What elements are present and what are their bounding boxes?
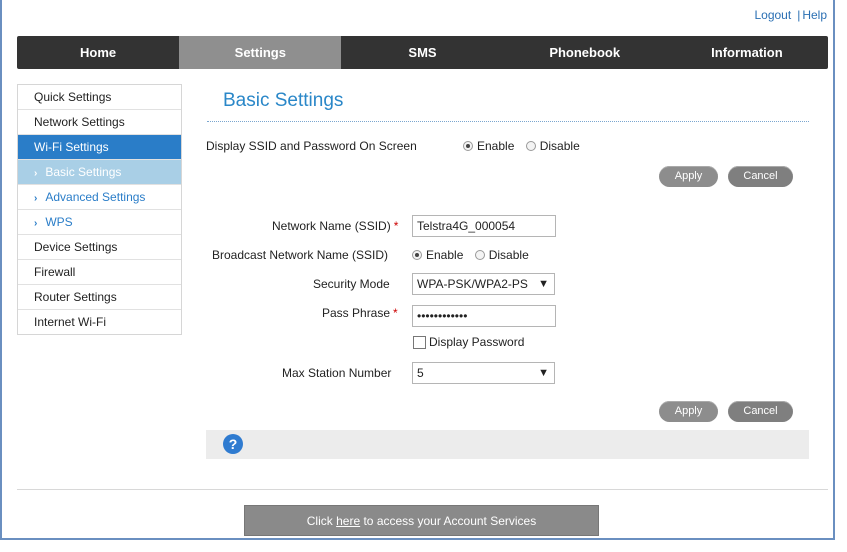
- cancel-button-top[interactable]: Cancel: [728, 166, 793, 187]
- required-mark: *: [393, 219, 399, 233]
- tab-phonebook[interactable]: Phonebook: [504, 36, 666, 69]
- display-ssid-label: Display SSID and Password On Screen: [206, 139, 417, 153]
- security-mode-value: WPA-PSK/WPA2-PS: [417, 277, 528, 291]
- sidebar-item-device-settings[interactable]: Device Settings: [18, 235, 181, 260]
- ssid-label-wrap: Network Name (SSID) *: [272, 219, 398, 233]
- dropdown-arrow-icon: ▼: [538, 367, 549, 379]
- ssid-label: Network Name (SSID): [272, 219, 391, 233]
- display-ssid-radios: Enable Disable: [463, 139, 588, 154]
- broadcast-enable-radio[interactable]: Enable: [412, 248, 463, 262]
- footer-divider: [17, 489, 828, 490]
- account-services-link[interactable]: here: [336, 514, 360, 528]
- radio-label: Disable: [539, 139, 580, 153]
- broadcast-disable-radio[interactable]: Disable: [474, 248, 529, 262]
- title-divider: [207, 121, 809, 122]
- sidebar-item-router-settings[interactable]: Router Settings: [18, 285, 181, 310]
- checkbox-unchecked-icon: [413, 335, 426, 349]
- help-link[interactable]: Help: [802, 8, 827, 22]
- max-station-value: 5: [417, 366, 424, 380]
- top-links-separator: |: [797, 8, 801, 22]
- sidebar-item-network-settings[interactable]: Network Settings: [18, 110, 181, 135]
- broadcast-ssid-label: Broadcast Network Name (SSID): [212, 248, 389, 262]
- tab-sms[interactable]: SMS: [341, 36, 503, 69]
- max-station-select[interactable]: 5 ▼: [412, 362, 555, 384]
- apply-button-bottom[interactable]: Apply: [659, 401, 718, 422]
- sidebar-subitem-wps[interactable]: › WPS: [18, 210, 181, 235]
- sidebar-item-wifi-settings[interactable]: Wi-Fi Settings: [18, 135, 181, 160]
- top-links: Logout | Help: [754, 8, 827, 22]
- chevron-right-icon: ›: [34, 168, 38, 179]
- display-password-label: Display Password: [429, 335, 525, 349]
- pass-phrase-label: Pass Phrase: [322, 306, 391, 320]
- radio-unselected-icon: [525, 141, 536, 151]
- sidebar-item-quick-settings[interactable]: Quick Settings: [18, 85, 181, 110]
- sidebar: Quick Settings Network Settings Wi-Fi Se…: [17, 84, 182, 335]
- help-bar: ?: [206, 430, 809, 459]
- radio-selected-icon: [412, 250, 422, 260]
- cancel-button-bottom[interactable]: Cancel: [728, 401, 793, 422]
- sidebar-subitem-label: WPS: [45, 215, 73, 229]
- logout-link[interactable]: Logout: [754, 8, 791, 22]
- chevron-right-icon: ›: [34, 193, 38, 204]
- ssid-input[interactable]: Telstra4G_000054: [412, 215, 556, 237]
- tab-settings[interactable]: Settings: [179, 36, 342, 69]
- account-text-suffix: to access your Account Services: [360, 514, 537, 528]
- sidebar-item-firewall[interactable]: Firewall: [18, 260, 181, 285]
- dropdown-arrow-icon: ▼: [538, 278, 549, 290]
- radio-label: Enable: [426, 248, 464, 262]
- main-nav: Home Settings SMS Phonebook Information: [17, 36, 828, 69]
- radio-label: Enable: [477, 139, 515, 153]
- pass-phrase-label-wrap: Pass Phrase *: [322, 306, 398, 320]
- apply-button-top[interactable]: Apply: [659, 166, 718, 187]
- display-ssid-enable-radio[interactable]: Enable: [463, 139, 514, 153]
- radio-unselected-icon: [474, 250, 485, 260]
- max-station-label: Max Station Number: [282, 366, 392, 380]
- account-services-bar: Click here to access your Account Servic…: [244, 505, 599, 536]
- sidebar-subitem-basic-settings[interactable]: › Basic Settings: [18, 160, 181, 185]
- pass-phrase-input[interactable]: ••••••••••••: [412, 305, 556, 327]
- required-mark: *: [393, 306, 398, 320]
- tab-information[interactable]: Information: [666, 36, 828, 69]
- tab-home[interactable]: Home: [17, 36, 179, 69]
- sidebar-subitem-label: Basic Settings: [45, 165, 122, 179]
- radio-selected-icon: [463, 141, 473, 151]
- display-password-checkbox[interactable]: Display Password: [413, 335, 524, 349]
- chevron-right-icon: ›: [34, 218, 38, 229]
- help-icon[interactable]: ?: [223, 434, 243, 454]
- account-text-prefix: Click: [306, 514, 337, 528]
- page-title: Basic Settings: [223, 90, 344, 111]
- sidebar-subitem-label: Advanced Settings: [45, 190, 146, 204]
- sidebar-item-internet-wifi[interactable]: Internet Wi-Fi: [18, 310, 181, 334]
- security-mode-select[interactable]: WPA-PSK/WPA2-PS ▼: [412, 273, 555, 295]
- security-mode-label: Security Mode: [313, 277, 390, 291]
- radio-label: Disable: [488, 248, 529, 262]
- sidebar-subitem-advanced-settings[interactable]: › Advanced Settings: [18, 185, 181, 210]
- broadcast-ssid-radios: Enable Disable: [412, 248, 537, 263]
- display-ssid-disable-radio[interactable]: Disable: [525, 139, 580, 153]
